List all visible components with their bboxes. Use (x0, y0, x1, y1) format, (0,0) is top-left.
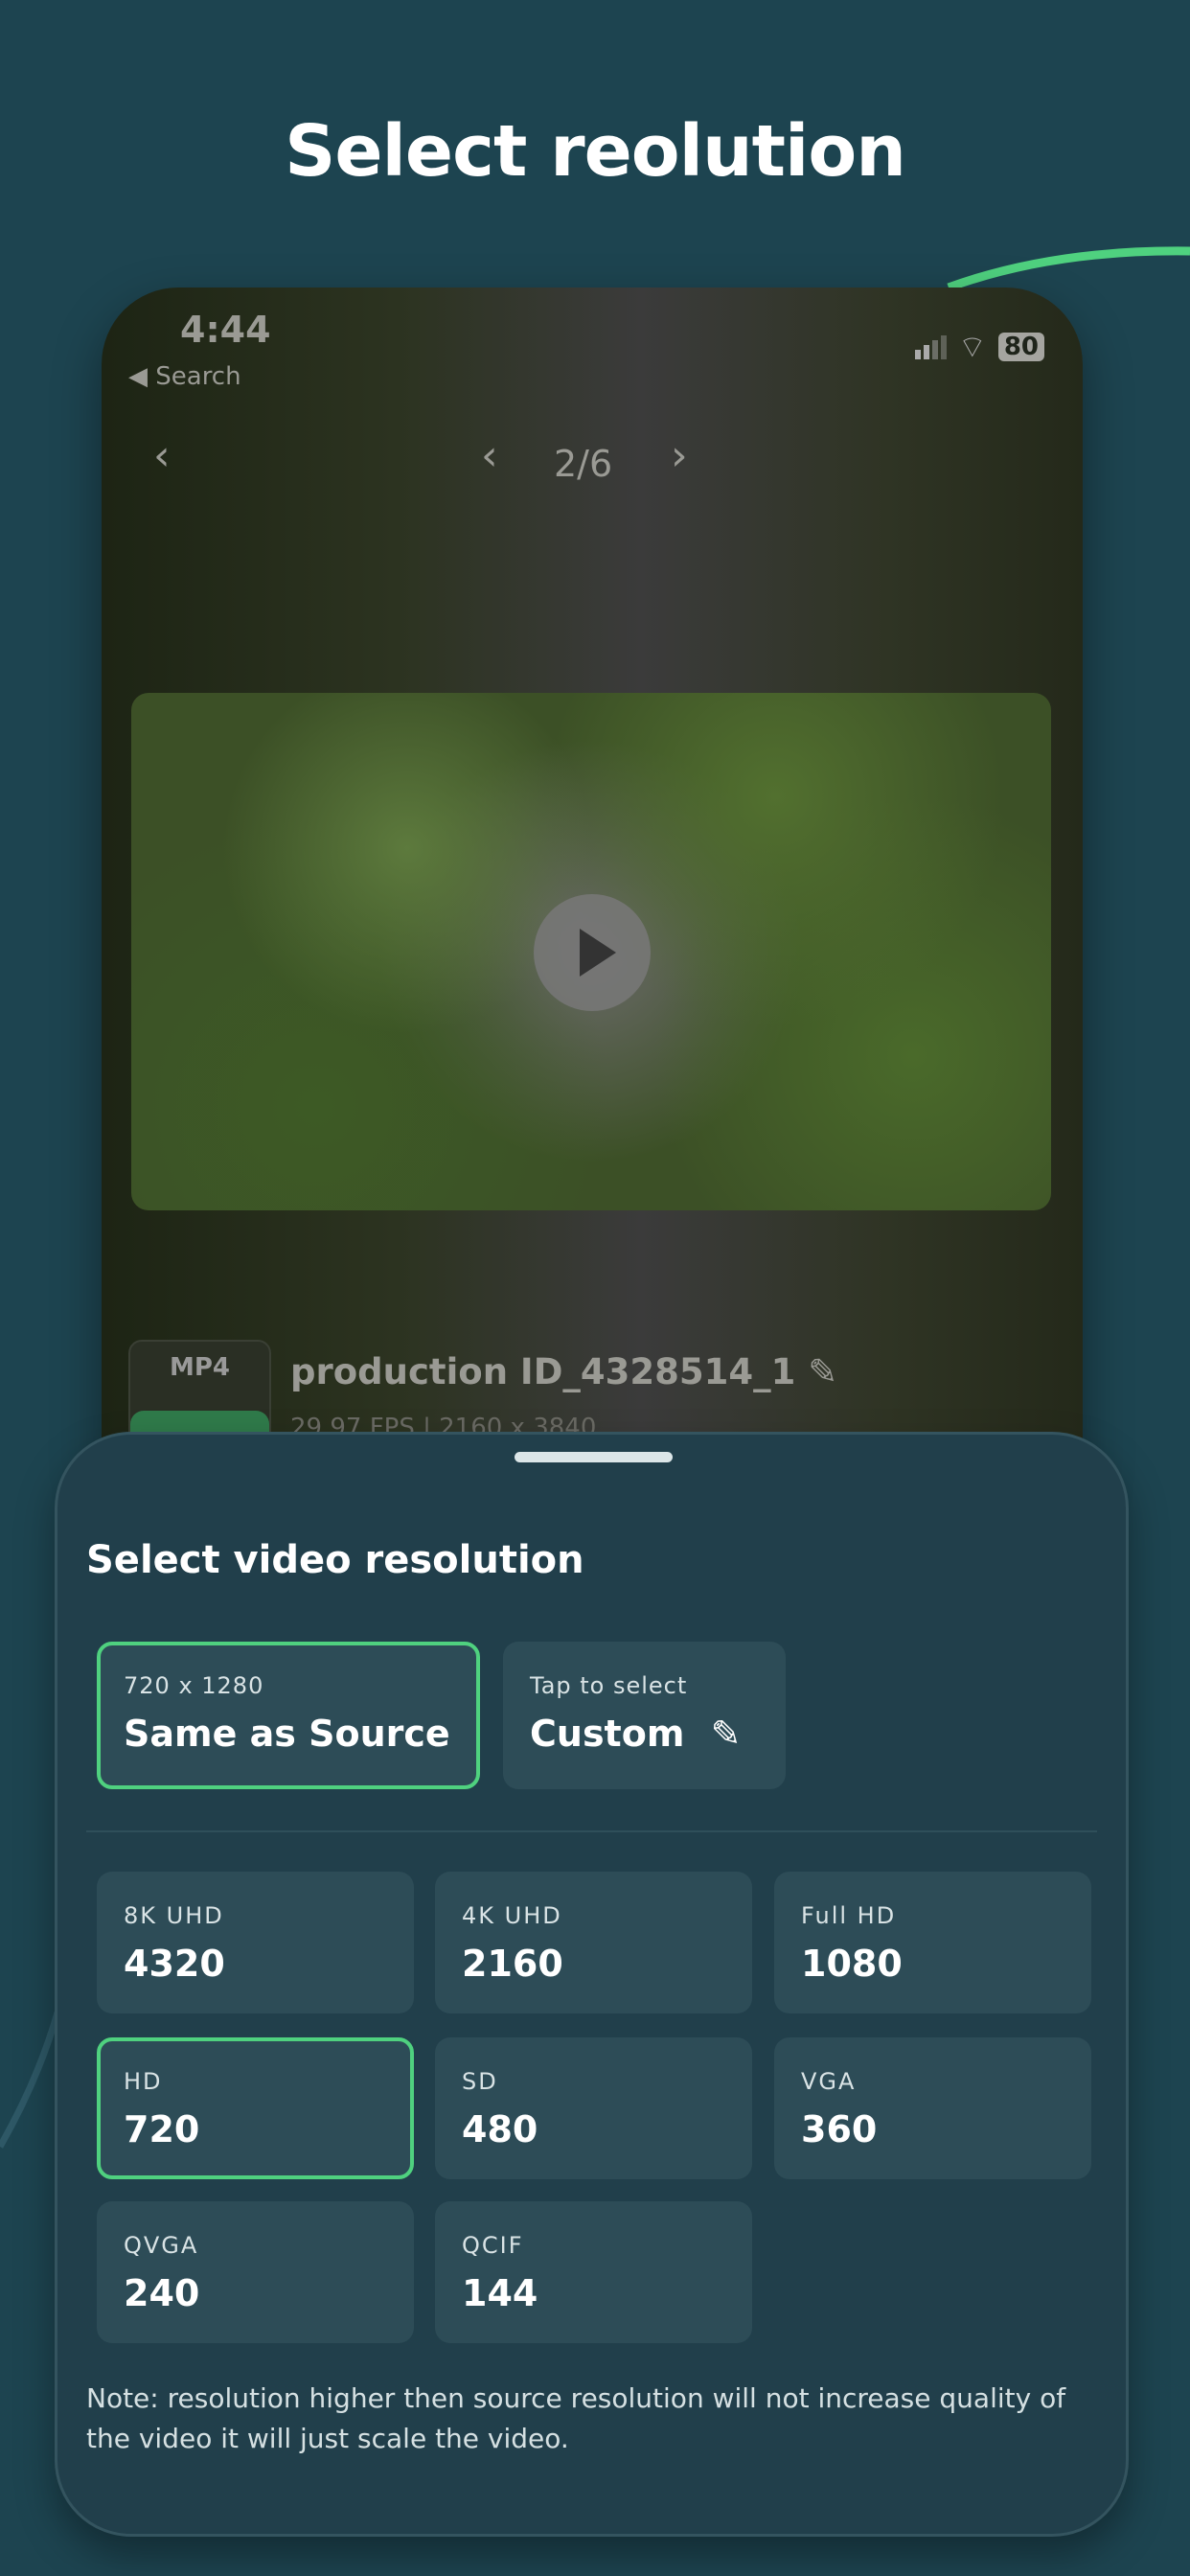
option-label: QVGA (124, 2232, 199, 2259)
video-preview[interactable] (131, 693, 1051, 1210)
resolution-bottom-sheet: Select video resolution 720 x 1280 Same … (55, 1432, 1129, 2537)
battery-indicator: 80 (997, 333, 1044, 361)
resolution-option-sd[interactable]: SD 480 (435, 2037, 752, 2179)
pencil-icon[interactable]: ✎ (808, 1351, 837, 1392)
option-label: 8K UHD (124, 1902, 224, 1929)
option-value: 480 (462, 2108, 538, 2150)
headline: Select reolution (285, 110, 906, 193)
option-value: 360 (801, 2108, 878, 2150)
format-label: MP4 (169, 1353, 231, 1382)
resolution-option-vga[interactable]: VGA 360 (774, 2037, 1091, 2179)
same-as-source-option[interactable]: 720 x 1280 Same as Source (97, 1642, 480, 1789)
resolution-note: Note: resolution higher then source reso… (86, 2382, 1066, 2454)
option-label: QCIF (462, 2232, 524, 2259)
source-dimensions: 720 x 1280 (124, 1672, 264, 1699)
option-label: SD (462, 2068, 498, 2095)
option-value: 240 (124, 2272, 200, 2314)
resolution-option-qvga[interactable]: QVGA 240 (97, 2201, 414, 2343)
drag-handle[interactable] (515, 1452, 673, 1462)
custom-hint: Tap to select (530, 1672, 688, 1699)
custom-label: Custom (530, 1713, 685, 1755)
back-to-search-link[interactable]: ◀ Search (128, 362, 241, 391)
status-time: 4:44 (180, 309, 271, 351)
resolution-option-qcif[interactable]: QCIF 144 (435, 2201, 752, 2343)
back-button[interactable]: ‹ (153, 431, 171, 480)
phone-screenshot: 4:44 ◀ Search ⌔ 80 ‹ ‹ 2/6 › MP4 product… (102, 288, 1083, 1533)
resolution-option-4k-uhd[interactable]: 4K UHD 2160 (435, 1872, 752, 2013)
resolution-option-full-hd[interactable]: Full HD 1080 (774, 1872, 1091, 2013)
option-label: VGA (801, 2068, 857, 2095)
resolution-option-8k-uhd[interactable]: 8K UHD 4320 (97, 1872, 414, 2013)
option-value: 2160 (462, 1943, 563, 1985)
option-value: 720 (124, 2108, 200, 2150)
option-value: 1080 (801, 1943, 903, 1985)
next-button[interactable]: › (671, 431, 688, 480)
option-label: Full HD (801, 1902, 897, 1929)
prev-button[interactable]: ‹ (481, 431, 498, 480)
wifi-icon: ⌔ (957, 329, 987, 365)
file-name-text: production ID_4328514_1 (290, 1351, 796, 1392)
signal-icon (914, 334, 947, 359)
source-label: Same as Source (124, 1713, 450, 1755)
play-icon[interactable] (534, 894, 651, 1011)
resolution-option-hd[interactable]: HD 720 (97, 2037, 414, 2179)
custom-option[interactable]: Tap to select Custom ✎ (503, 1642, 786, 1789)
option-label: 4K UHD (462, 1902, 562, 1929)
sheet-title: Select video resolution (86, 1538, 584, 1582)
page-indicator: 2/6 (554, 443, 613, 485)
option-value: 144 (462, 2272, 538, 2314)
file-name[interactable]: production ID_4328514_1 ✎ (290, 1351, 837, 1392)
option-value: 4320 (124, 1943, 225, 1985)
divider (86, 1830, 1097, 1832)
pencil-icon: ✎ (710, 1713, 742, 1755)
option-label: HD (124, 2068, 163, 2095)
